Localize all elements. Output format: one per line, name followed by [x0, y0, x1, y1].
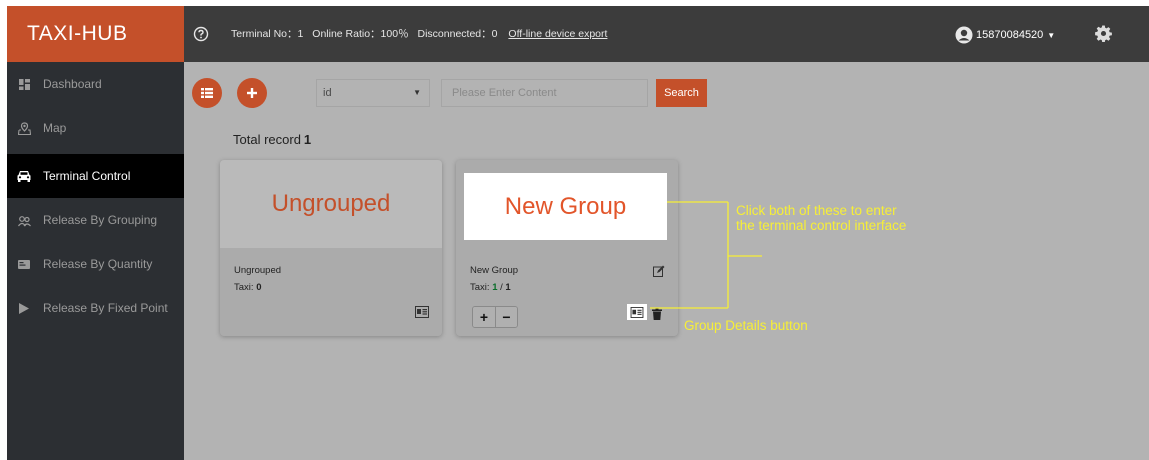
terminal-stats: Terminal No：1 Online Ratio：100％ Disconne… [231, 26, 613, 41]
taxi-count: Taxi: 0 [234, 282, 261, 293]
offline-export-link[interactable]: Off-line device export [508, 28, 607, 40]
sidebar-item-release-by-quantity[interactable]: Release By Quantity [7, 242, 184, 286]
group-name: Ungrouped [234, 265, 282, 276]
sidebar-item-label: Map [43, 121, 67, 135]
taxi-total-count: 1 [505, 282, 511, 293]
sidebar-item-label: Release By Fixed Point [43, 301, 168, 315]
group-details-icon [630, 306, 644, 318]
chevron-down-icon: ▼ [413, 88, 421, 97]
select-value: id [323, 87, 332, 99]
card-icon [17, 257, 31, 271]
gear-icon[interactable] [1095, 25, 1112, 42]
brand-logo[interactable]: TAXI-HUB [7, 6, 184, 62]
total-record: Total record 1 [233, 132, 311, 147]
list-view-button[interactable] [192, 78, 222, 108]
quantity-stepper: + − [472, 306, 518, 328]
sidebar-item-terminal-control[interactable]: Terminal Control [7, 154, 184, 198]
plus-icon [247, 88, 257, 98]
taxi-label: Taxi: [470, 282, 490, 293]
new-group-title-button[interactable]: New Group [464, 173, 667, 240]
sidebar-item-release-by-grouping[interactable]: Release By Grouping [7, 198, 184, 242]
annotation-line-2: the terminal control interface [736, 218, 907, 233]
increment-button[interactable]: + [473, 307, 495, 327]
group-name: New Group [470, 265, 519, 276]
map-icon [17, 121, 31, 135]
taxi-count: Taxi: 1 / 1 [470, 282, 511, 293]
annotation-line-1: Click both of these to enter [736, 203, 897, 218]
group-card-ungrouped: Ungrouped Ungrouped Taxi: 0 [220, 160, 442, 336]
group-details-icon[interactable] [415, 306, 429, 318]
sidebar-item-label: Release By Grouping [43, 213, 158, 227]
list-icon [201, 88, 213, 98]
help-icon[interactable] [193, 26, 209, 42]
terminal-no: Terminal No：1 [231, 28, 304, 40]
decrement-button[interactable]: − [495, 307, 517, 327]
group-details-button[interactable] [627, 304, 647, 320]
chevron-down-icon: ▼ [1047, 30, 1056, 40]
sidebar: Dashboard Map Terminal Control Release B… [7, 62, 184, 460]
total-record-label: Total record [233, 132, 301, 147]
group-card-title[interactable]: Ungrouped [220, 160, 442, 248]
sidebar-item-label: Terminal Control [43, 169, 131, 183]
taxi-count-value: 0 [256, 282, 262, 293]
search-field-select[interactable]: id ▼ [316, 79, 430, 107]
sidebar-item-map[interactable]: Map [7, 106, 184, 150]
car-icon [17, 169, 31, 183]
sidebar-item-label: Release By Quantity [43, 257, 153, 271]
dashboard-icon [17, 77, 31, 91]
disconnected-count: Disconnected：0 [417, 28, 498, 40]
trash-icon[interactable] [652, 308, 662, 320]
search-input[interactable] [441, 79, 648, 107]
sidebar-item-label: Dashboard [43, 77, 102, 91]
user-menu[interactable]: 15870084520 ▼ [955, 24, 1055, 46]
sidebar-item-dashboard[interactable]: Dashboard [7, 62, 184, 106]
user-avatar-icon [955, 26, 973, 44]
username: 15870084520 [976, 29, 1044, 41]
app-window: TAXI-HUB Terminal No：1 Online Ratio：100％… [7, 6, 1149, 460]
sidebar-item-release-by-fixed-point[interactable]: Release By Fixed Point [7, 286, 184, 330]
add-group-button[interactable] [237, 78, 267, 108]
taxi-label: Taxi: [234, 282, 254, 293]
total-record-count: 1 [303, 132, 312, 147]
online-ratio: Online Ratio：100％ [312, 28, 409, 40]
edit-icon[interactable] [652, 265, 666, 277]
top-header: TAXI-HUB Terminal No：1 Online Ratio：100％… [7, 6, 1149, 62]
search-button[interactable]: Search [656, 79, 707, 107]
annotation-detail-label: Group Details button [684, 318, 808, 333]
play-icon [17, 301, 31, 315]
group-icon [17, 213, 31, 227]
